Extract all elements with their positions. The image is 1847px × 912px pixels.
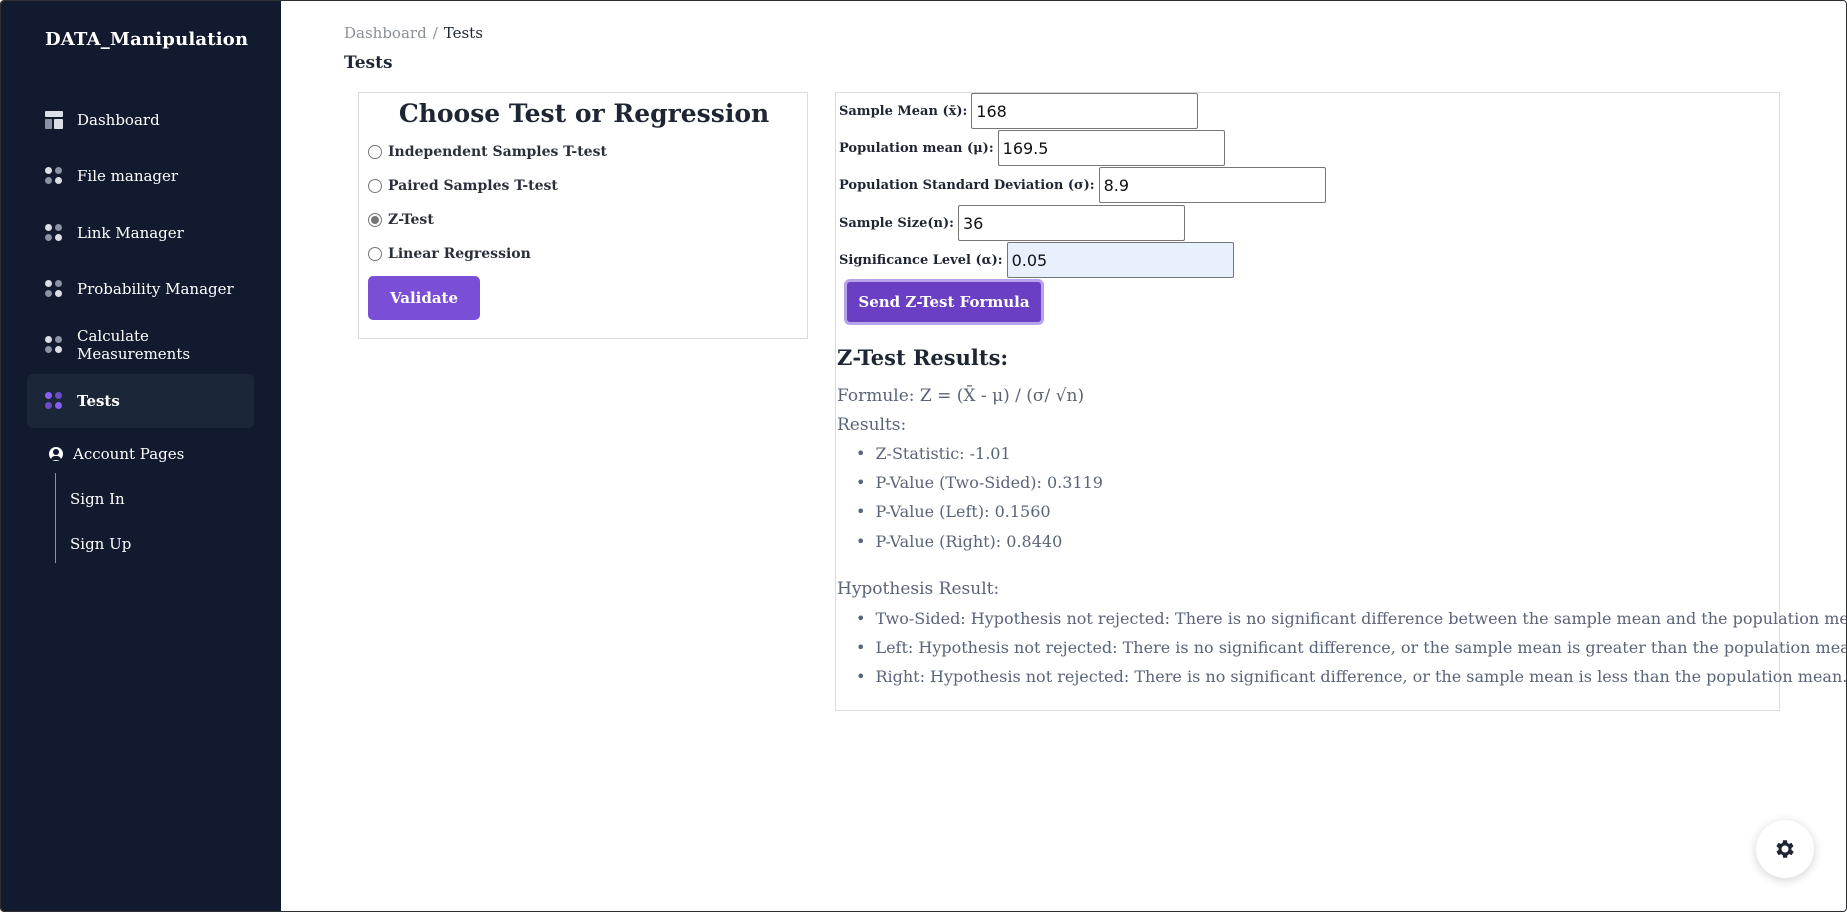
apps-icon [45, 167, 63, 185]
account-pages-section: Account Pages [49, 445, 184, 463]
field-label: Sample Size(n): [839, 215, 954, 231]
sample-mean-input[interactable] [971, 93, 1199, 129]
breadcrumb-current: Tests [443, 24, 483, 42]
results-title: Z-Test Results: [837, 345, 1009, 370]
sign-up-link[interactable]: Sign Up [70, 535, 131, 553]
population-sd-input[interactable] [1098, 167, 1326, 203]
results-label: Results: [837, 415, 907, 435]
sample-size-row: Sample Size(n): [839, 205, 1185, 241]
sidebar-item-file-manager[interactable]: File manager [27, 149, 254, 203]
settings-button[interactable] [1756, 820, 1814, 878]
result-item-text: P-Value (Left): 0.1560 [875, 502, 1051, 521]
sidebar-item-label: Tests [77, 392, 120, 410]
radio-paired-t-test[interactable]: Paired Samples T-test [368, 178, 558, 194]
radio-button[interactable] [368, 145, 382, 159]
result-item: P-Value (Left): 0.1560 [856, 502, 1051, 521]
sidebar-item-label: Link Manager [77, 224, 184, 242]
hypothesis-item-text: Right: Hypothesis not rejected: There is… [875, 667, 1847, 686]
radio-label: Z-Test [388, 212, 434, 228]
sidebar-item-link-manager[interactable]: Link Manager [27, 206, 254, 260]
significance-level-input[interactable] [1006, 242, 1234, 278]
z-test-panel: Sample Mean (x̄): Population mean (μ): P… [835, 92, 1846, 711]
formula-text: Formule: Z = (X̄ - μ) / (σ/ √n) [837, 386, 1085, 406]
gear-icon [1776, 840, 1794, 858]
app-window: DATA_Manipulation Dashboard File manager… [0, 0, 1847, 912]
sidebar: DATA_Manipulation Dashboard File manager… [1, 1, 281, 911]
sidebar-item-label: Probability Manager [77, 280, 234, 298]
population-sd-row: Population Standard Deviation (σ): [839, 167, 1326, 203]
sidebar-item-tests[interactable]: Tests [27, 374, 254, 428]
apps-icon [45, 392, 63, 410]
result-item-text: P-Value (Two-Sided): 0.3119 [875, 473, 1103, 492]
validate-button[interactable]: Validate [368, 276, 480, 320]
field-label: Population Standard Deviation (σ): [839, 177, 1095, 193]
result-item-text: P-Value (Right): 0.8440 [875, 532, 1063, 551]
sidebar-item-label: Dashboard [77, 111, 160, 129]
hypothesis-item: Left: Hypothesis not rejected: There is … [856, 638, 1847, 657]
sidebar-item-dashboard[interactable]: Dashboard [27, 93, 254, 147]
sidebar-item-calculate-measurements[interactable]: Calculate Measurements [27, 318, 254, 372]
breadcrumb-root-link[interactable]: Dashboard [344, 24, 427, 42]
result-item-text: Z-Statistic: -1.01 [875, 444, 1011, 463]
hypothesis-label: Hypothesis Result: [837, 579, 1000, 599]
user-circle-icon [49, 447, 63, 461]
field-label: Sample Mean (x̄): [839, 103, 968, 119]
radio-button[interactable] [368, 247, 382, 261]
sign-in-link[interactable]: Sign In [70, 490, 125, 508]
population-mean-input[interactable] [997, 130, 1225, 166]
choose-test-title: Choose Test or Regression [398, 99, 770, 128]
sidebar-item-probability-manager[interactable]: Probability Manager [27, 262, 254, 316]
significance-level-row: Significance Level (α): [839, 242, 1234, 278]
radio-button-selected[interactable] [368, 213, 382, 227]
sidebar-item-label: File manager [77, 167, 179, 185]
breadcrumb: Dashboard / Tests [344, 24, 483, 42]
page-title: Tests [344, 53, 393, 73]
radio-label: Independent Samples T-test [388, 144, 607, 160]
choose-test-panel: Choose Test or Regression Independent Sa… [358, 92, 808, 339]
account-pages-label: Account Pages [73, 445, 185, 463]
sample-mean-row: Sample Mean (x̄): [839, 93, 1199, 129]
hypothesis-item-text: Left: Hypothesis not rejected: There is … [875, 638, 1847, 657]
apps-icon [45, 280, 63, 298]
apps-icon [45, 224, 63, 242]
field-label: Population mean (μ): [839, 140, 994, 156]
apps-icon [45, 336, 63, 354]
radio-button[interactable] [368, 179, 382, 193]
hypothesis-item-text: Two-Sided: Hypothesis not rejected: Ther… [875, 609, 1847, 628]
radio-linear-regression[interactable]: Linear Regression [368, 246, 531, 262]
radio-label: Linear Regression [388, 246, 531, 262]
sidebar-item-label: Calculate Measurements [77, 327, 191, 363]
radio-z-test[interactable]: Z-Test [368, 212, 434, 228]
result-item: P-Value (Two-Sided): 0.3119 [856, 473, 1103, 492]
hypothesis-item: Right: Hypothesis not rejected: There is… [856, 667, 1847, 686]
result-item: P-Value (Right): 0.8440 [856, 532, 1062, 551]
result-item: Z-Statistic: -1.01 [856, 444, 1011, 463]
radio-label: Paired Samples T-test [388, 178, 558, 194]
radio-independent-t-test[interactable]: Independent Samples T-test [368, 144, 607, 160]
hypothesis-item: Two-Sided: Hypothesis not rejected: Ther… [856, 609, 1847, 628]
brand-logo[interactable]: DATA_Manipulation [45, 29, 248, 50]
send-z-test-button[interactable]: Send Z-Test Formula [844, 279, 1044, 325]
breadcrumb-separator: / [432, 24, 438, 42]
population-mean-row: Population mean (μ): [839, 130, 1225, 166]
field-label: Significance Level (α): [839, 252, 1003, 268]
dashboard-icon [45, 111, 63, 129]
sample-size-input[interactable] [957, 205, 1185, 241]
submenu-divider [55, 473, 56, 563]
